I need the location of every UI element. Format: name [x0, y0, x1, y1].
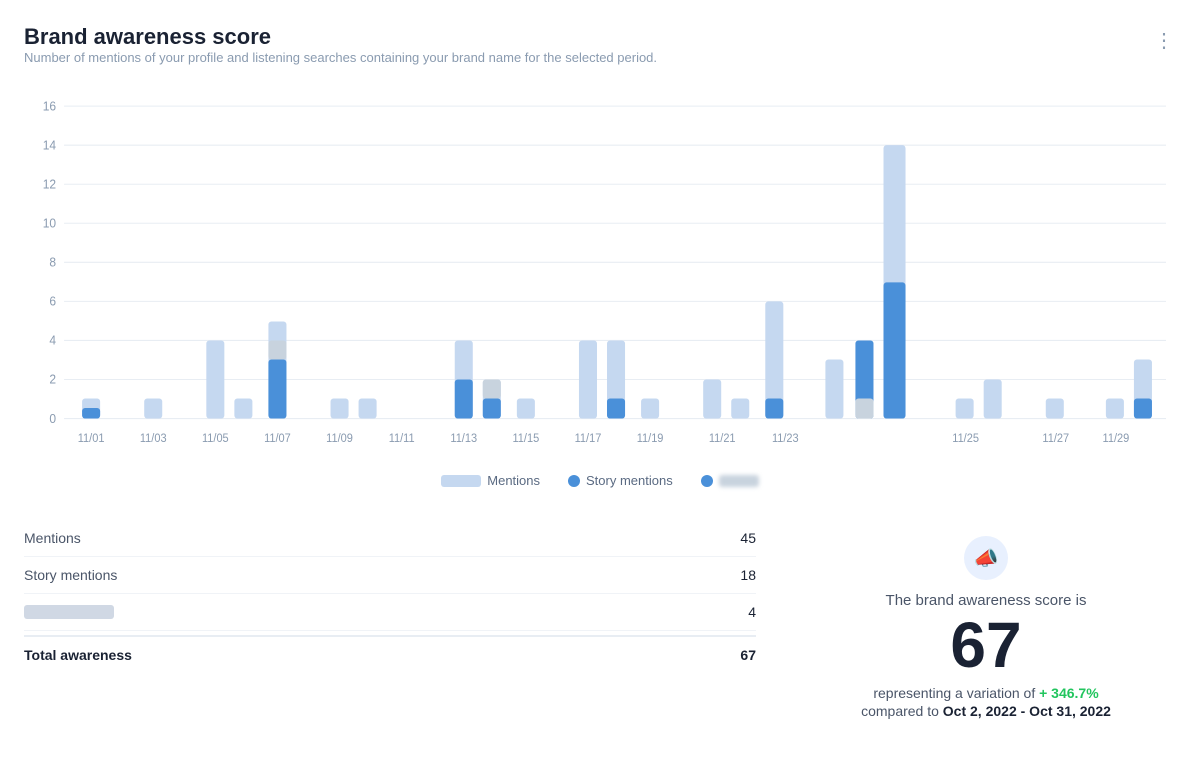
total-label: Total awareness: [24, 647, 132, 663]
svg-text:11/25: 11/25: [952, 433, 979, 445]
svg-text:11/05: 11/05: [202, 433, 229, 445]
mentions-color-swatch: [441, 475, 481, 487]
chart-svg: 16 14 12 10 8 6 4 2 0: [24, 85, 1176, 465]
legend-mentions-label: Mentions: [487, 473, 540, 488]
blurred-value: 4: [748, 604, 756, 620]
svg-text:11/07: 11/07: [264, 433, 291, 445]
svg-text:11/15: 11/15: [513, 433, 540, 445]
svg-text:11/17: 11/17: [575, 433, 602, 445]
summary-row-total: Total awareness 67: [24, 635, 756, 673]
story-label: Story mentions: [24, 567, 117, 583]
svg-text:12: 12: [43, 177, 56, 191]
page-title: Brand awareness score: [24, 24, 657, 50]
variation-prefix: representing a variation of: [873, 685, 1035, 701]
page-header: Brand awareness score Number of mentions…: [24, 24, 1176, 81]
story-value: 18: [740, 567, 756, 583]
blurred-label: [24, 605, 114, 619]
svg-text:11/21: 11/21: [709, 433, 736, 445]
svg-text:11/03: 11/03: [140, 433, 167, 445]
legend-story-label: Story mentions: [586, 473, 673, 488]
blurred-color-swatch: [719, 475, 759, 487]
svg-text:0: 0: [49, 411, 56, 425]
mentions-value: 45: [740, 530, 756, 546]
legend-blurred: [701, 475, 759, 487]
svg-text:11/09: 11/09: [326, 433, 353, 445]
compared-date: Oct 2, 2022 - Oct 31, 2022: [943, 703, 1111, 719]
svg-text:14: 14: [43, 138, 56, 152]
svg-text:16: 16: [43, 99, 56, 113]
svg-text:2: 2: [49, 372, 56, 386]
blurred-color-dot: [701, 475, 713, 487]
svg-text:6: 6: [49, 294, 56, 308]
mentions-label: Mentions: [24, 530, 81, 546]
svg-text:11/23: 11/23: [772, 433, 799, 445]
summary-section: Mentions 45 Story mentions 18 4 Total aw…: [24, 520, 1176, 735]
megaphone-icon: 📣: [964, 536, 1008, 580]
svg-text:4: 4: [49, 333, 56, 347]
svg-text:11/01: 11/01: [78, 433, 105, 445]
svg-text:11/19: 11/19: [637, 433, 664, 445]
story-color-dot: [568, 475, 580, 487]
more-options-icon[interactable]: ⋮: [1154, 28, 1176, 53]
brand-score-label: The brand awareness score is: [886, 592, 1087, 609]
compared-prefix: compared to: [861, 703, 939, 719]
total-value: 67: [740, 647, 756, 663]
summary-row-blurred: 4: [24, 594, 756, 631]
compared-row: compared to Oct 2, 2022 - Oct 31, 2022: [861, 703, 1111, 719]
svg-text:8: 8: [49, 255, 56, 269]
legend-mentions: Mentions: [441, 473, 540, 488]
svg-text:11/13: 11/13: [450, 433, 477, 445]
page-subtitle: Number of mentions of your profile and l…: [24, 50, 657, 65]
variation-row: representing a variation of + 346.7%: [873, 685, 1098, 701]
brand-score-number: 67: [950, 613, 1021, 677]
svg-text:11/29: 11/29: [1103, 433, 1130, 445]
bar-chart: 16 14 12 10 8 6 4 2 0: [24, 85, 1176, 465]
variation-value: + 346.7%: [1039, 685, 1099, 701]
svg-text:11/27: 11/27: [1042, 433, 1069, 445]
svg-text:10: 10: [43, 216, 56, 230]
summary-row-story: Story mentions 18: [24, 557, 756, 594]
summary-row-mentions: Mentions 45: [24, 520, 756, 557]
svg-text:11/11: 11/11: [389, 433, 415, 445]
legend-story: Story mentions: [568, 473, 673, 488]
summary-left: Mentions 45 Story mentions 18 4 Total aw…: [24, 520, 796, 735]
chart-legend: Mentions Story mentions: [24, 473, 1176, 488]
score-panel: 📣 The brand awareness score is 67 repres…: [796, 520, 1176, 735]
